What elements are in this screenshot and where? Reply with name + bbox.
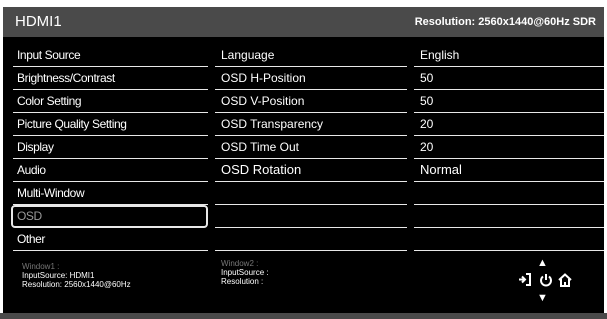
empty-row xyxy=(215,228,407,251)
empty-row xyxy=(414,182,604,205)
bottom-bar xyxy=(0,313,607,319)
empty-row xyxy=(215,182,407,205)
menu-item-brightness-contrast[interactable]: Brightness/Contrast xyxy=(13,67,208,90)
menu-item-input-source[interactable]: Input Source xyxy=(13,44,208,67)
setting-time-out-label[interactable]: OSD Time Out xyxy=(215,136,407,159)
setting-v-position-label[interactable]: OSD V-Position xyxy=(215,90,407,113)
main-menu: Input Source Brightness/Contrast Color S… xyxy=(11,44,208,251)
setting-v-position-value: 50 xyxy=(414,90,604,113)
menu-item-picture-quality[interactable]: Picture Quality Setting xyxy=(13,113,208,136)
resolution-status: Resolution: 2560x1440@60Hz SDR xyxy=(414,16,596,28)
home-icon[interactable] xyxy=(558,273,572,292)
down-arrow-icon[interactable]: ▼ xyxy=(537,292,548,304)
setting-h-position-value: 50 xyxy=(414,67,604,90)
empty-row xyxy=(414,228,604,251)
window2-resolution: Resolution : xyxy=(221,277,264,286)
setting-language-label[interactable]: Language xyxy=(215,44,407,67)
empty-row xyxy=(414,205,604,228)
setting-transparency-value: 20 xyxy=(414,113,604,136)
settings-labels: Language OSD H-Position OSD V-Position O… xyxy=(215,44,407,251)
window1-info: Window1 : InputSource: HDMI1 Resolution:… xyxy=(22,262,131,289)
settings-values: English 50 50 20 20 Normal xyxy=(414,44,604,251)
up-arrow-icon[interactable]: ▲ xyxy=(537,257,548,269)
setting-rotation-value: Normal xyxy=(414,159,604,182)
window2-info: Window2 : InputSource : Resolution : xyxy=(221,259,269,286)
menu-item-color-setting[interactable]: Color Setting xyxy=(13,90,208,113)
menu-item-other[interactable]: Other xyxy=(13,228,208,251)
menu-item-audio[interactable]: Audio xyxy=(13,159,208,182)
input-title: HDMI1 xyxy=(15,13,62,30)
menu-item-display[interactable]: Display xyxy=(13,136,208,159)
empty-row xyxy=(215,205,407,228)
setting-h-position-label[interactable]: OSD H-Position xyxy=(215,67,407,90)
setting-time-out-value: 20 xyxy=(414,136,604,159)
power-icon[interactable] xyxy=(539,273,553,292)
window2-source: InputSource : xyxy=(221,268,269,277)
window1-resolution: Resolution: 2560x1440@60Hz xyxy=(22,280,131,289)
window1-title: Window1 : xyxy=(22,262,60,271)
window1-source: InputSource: HDMI1 xyxy=(22,271,95,280)
setting-language-value: English xyxy=(414,44,604,67)
window2-title: Window2 : xyxy=(221,259,259,268)
setting-transparency-label[interactable]: OSD Transparency xyxy=(215,113,407,136)
osd-panel: HDMI1 Resolution: 2560x1440@60Hz SDR Inp… xyxy=(3,7,604,318)
setting-rotation-label[interactable]: OSD Rotation xyxy=(215,159,407,182)
menu-item-osd[interactable]: OSD xyxy=(11,205,208,228)
menu-item-multi-window[interactable]: Multi-Window xyxy=(13,182,208,205)
header-bar: HDMI1 Resolution: 2560x1440@60Hz SDR xyxy=(3,7,604,37)
exit-icon[interactable] xyxy=(517,273,531,289)
